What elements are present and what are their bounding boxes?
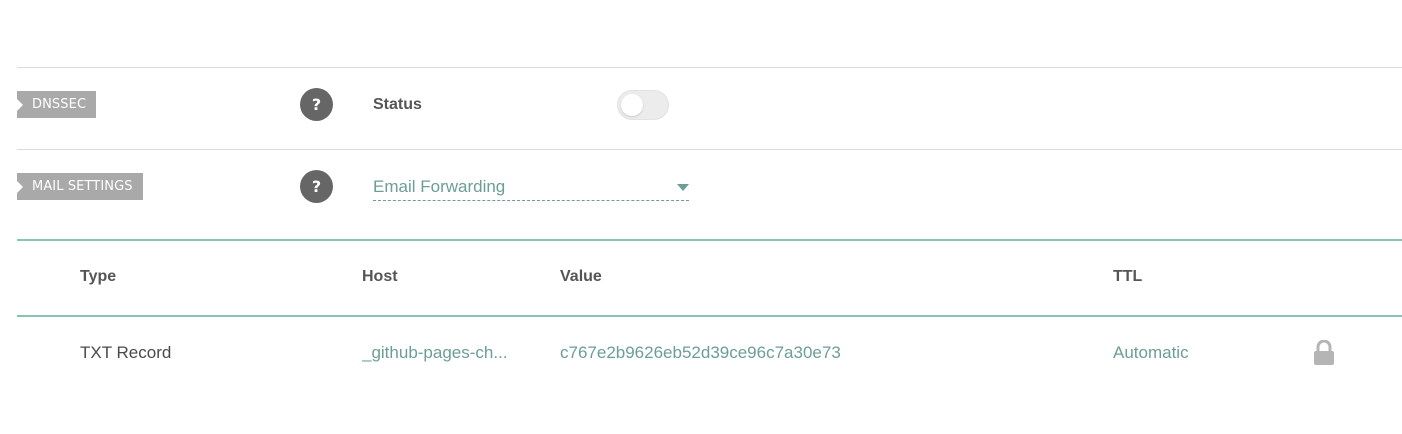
mail-settings-section-tag: MAIL SETTINGS: [17, 173, 143, 200]
record-value-cell[interactable]: c767e2b9626eb52d39ce96c7a30e73: [560, 343, 841, 363]
divider-top: [17, 67, 1402, 68]
table-header-bottom-border: [17, 315, 1402, 317]
column-header-value: Value: [560, 268, 602, 285]
mail-settings-selected-value: Email Forwarding: [373, 177, 506, 196]
record-ttl-cell[interactable]: Automatic: [1113, 343, 1189, 363]
record-type-cell: TXT Record: [80, 343, 172, 362]
column-header-ttl: TTL: [1113, 268, 1143, 285]
dnssec-status-label: Status: [373, 96, 422, 113]
column-header-host: Host: [362, 268, 398, 285]
table-header-top-border: [17, 239, 1402, 241]
divider-middle: [17, 149, 1402, 150]
toggle-knob: [621, 94, 643, 116]
dnssec-help-icon[interactable]: ?: [300, 88, 333, 121]
column-header-type: Type: [80, 268, 117, 285]
mail-settings-help-icon[interactable]: ?: [300, 170, 333, 203]
dnssec-status-toggle[interactable]: [617, 90, 669, 120]
mail-settings-dropdown[interactable]: Email Forwarding: [373, 175, 689, 201]
record-host-cell[interactable]: _github-pages-ch...: [362, 343, 527, 363]
chevron-down-icon: [677, 184, 689, 191]
dnssec-section-tag: DNSSEC: [17, 91, 97, 118]
lock-icon: [1314, 340, 1334, 365]
